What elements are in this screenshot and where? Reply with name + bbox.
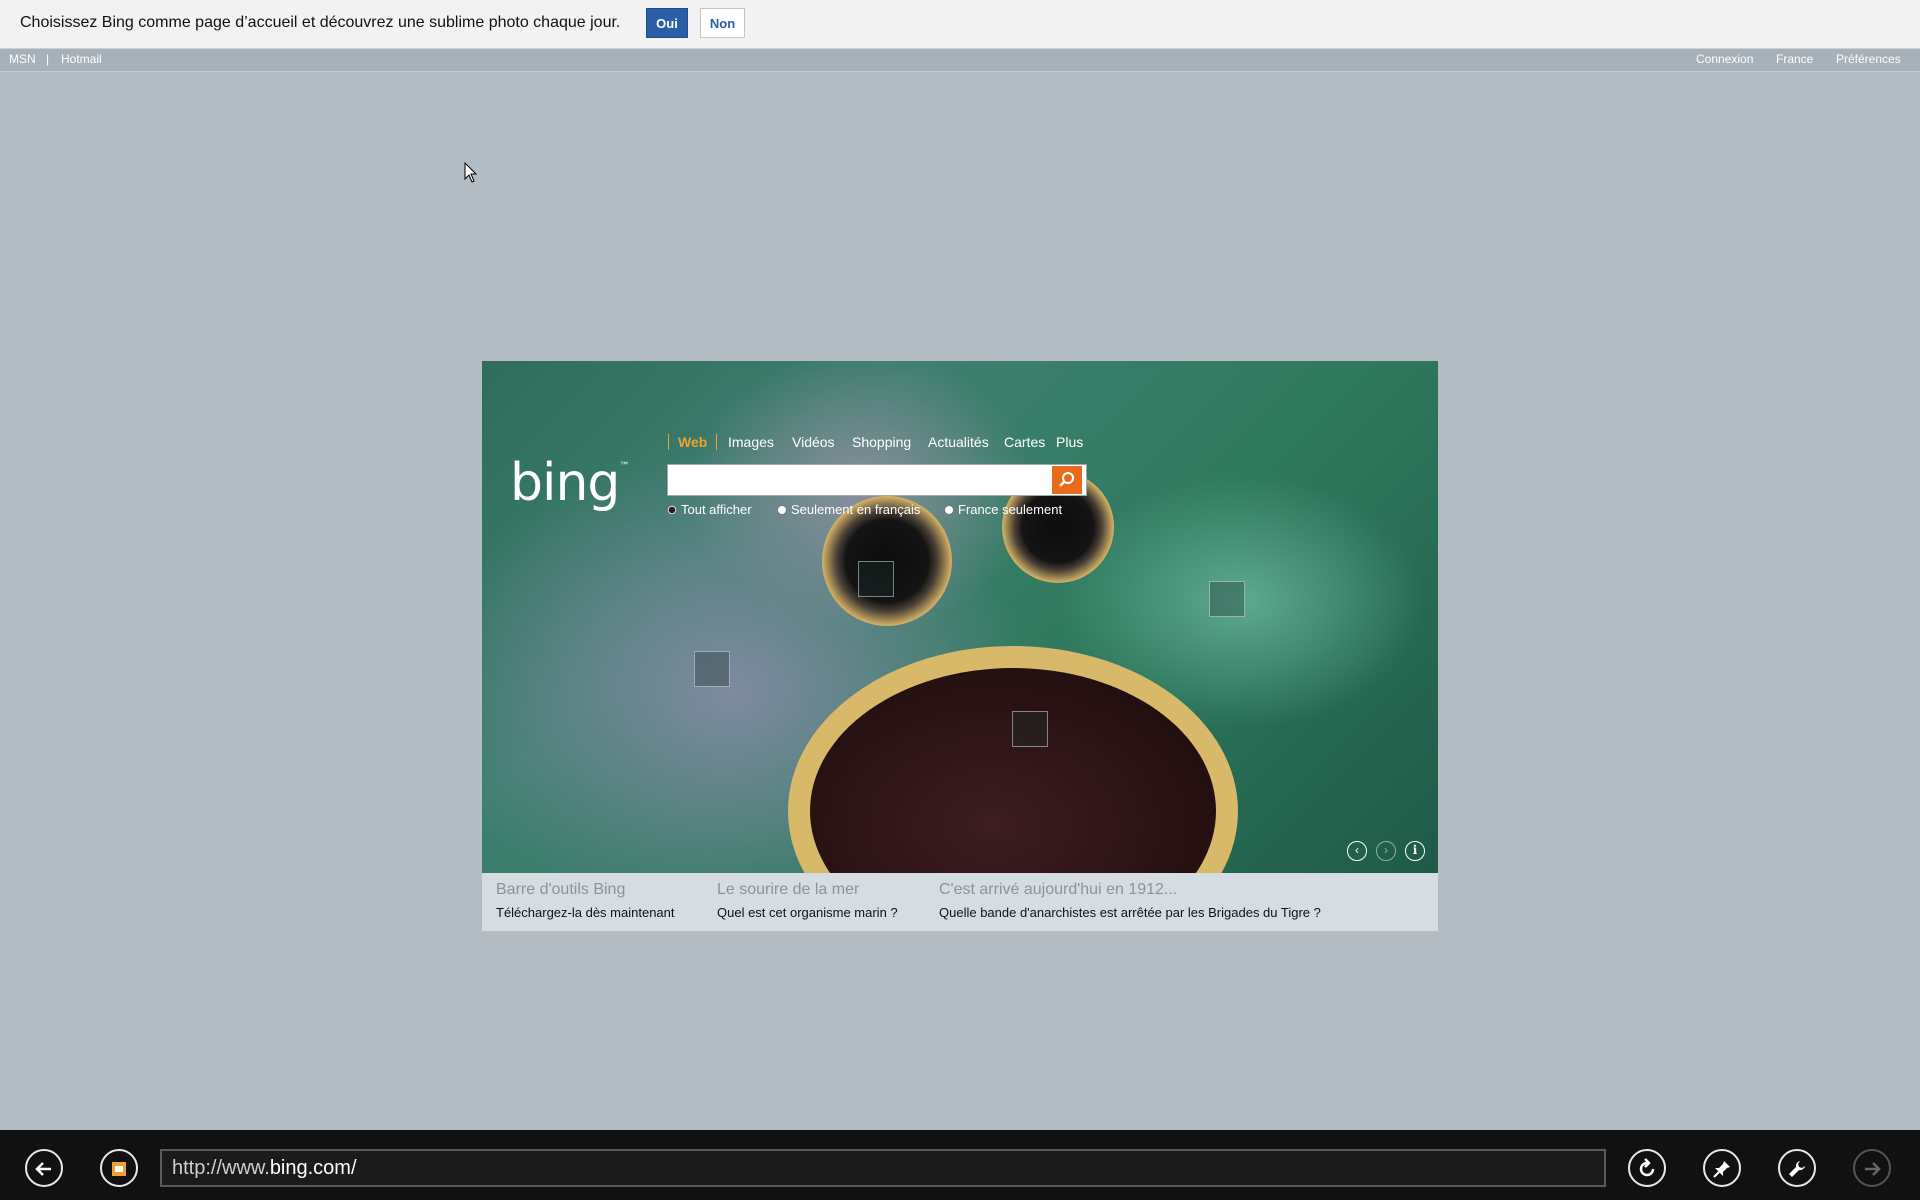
notification-bar: Choisissez Bing comme page d’accueil et … xyxy=(0,0,1920,49)
radio-label: Tout afficher xyxy=(681,502,752,517)
refresh-icon xyxy=(1639,1157,1655,1176)
scope-cartes[interactable]: Cartes xyxy=(1004,434,1045,450)
hotspot[interactable] xyxy=(694,651,730,687)
strip-desc[interactable]: Téléchargez-la dès maintenant xyxy=(496,905,675,920)
back-button[interactable] xyxy=(25,1149,63,1187)
scope-divider xyxy=(716,434,717,450)
france-link[interactable]: France xyxy=(1776,52,1813,66)
previous-image-button[interactable]: ‹ xyxy=(1347,841,1367,861)
url-domain: bing.com/ xyxy=(269,1157,357,1179)
strip-title[interactable]: C'est arrivé aujourd'hui en 1912... xyxy=(939,881,1321,899)
scope-web[interactable]: Web xyxy=(678,434,707,450)
next-image-button[interactable]: › xyxy=(1376,841,1396,861)
bing-logo[interactable]: bing™ xyxy=(510,453,629,513)
wrench-icon xyxy=(1789,1160,1805,1177)
browser-address-bar: http://www.bing.com/ xyxy=(0,1130,1920,1200)
strip-desc[interactable]: Quel est cet organisme marin ? xyxy=(717,905,898,920)
radio-france-seulement[interactable]: France seulement xyxy=(944,502,1062,517)
hero-image: bing™ Web Images Vidéos Shopping Actuali… xyxy=(482,361,1438,873)
radio-tout-afficher[interactable]: Tout afficher xyxy=(667,502,752,517)
yes-button[interactable]: Oui xyxy=(646,8,688,38)
pin-icon xyxy=(1713,1160,1730,1178)
strip-desc[interactable]: Quelle bande d'anarchistes est arrêtée p… xyxy=(939,905,1321,920)
address-field[interactable]: http://www.bing.com/ xyxy=(160,1149,1606,1187)
pin-button[interactable] xyxy=(1703,1149,1741,1187)
hotspot[interactable] xyxy=(1012,711,1048,747)
hotspot[interactable] xyxy=(858,561,894,597)
strip-item[interactable]: Le sourire de la mer Quel est cet organi… xyxy=(717,881,898,920)
strip-title[interactable]: Le sourire de la mer xyxy=(717,881,898,899)
radio-dot xyxy=(667,505,677,515)
mouse-cursor-icon xyxy=(464,162,478,183)
back-icon xyxy=(35,1161,51,1176)
sponge-mouth xyxy=(788,646,1238,873)
scope-videos[interactable]: Vidéos xyxy=(792,434,835,450)
radio-dot xyxy=(944,505,954,515)
scope-divider xyxy=(668,434,669,450)
hotmail-link[interactable]: Hotmail xyxy=(61,52,102,66)
top-links-bar: MSN | Hotmail Connexion France Préférenc… xyxy=(0,49,1920,72)
chevron-left-icon: ‹ xyxy=(1355,843,1359,857)
preferences-link[interactable]: Préférences xyxy=(1836,52,1901,66)
scope-plus[interactable]: Plus xyxy=(1056,434,1083,450)
favicon-tab-icon xyxy=(112,1161,126,1176)
radio-dot xyxy=(777,505,787,515)
info-icon: i xyxy=(1412,843,1418,857)
separator: | xyxy=(46,52,50,66)
strip-item[interactable]: Barre d'outils Bing Téléchargez-la dès m… xyxy=(496,881,675,920)
strip-item[interactable]: C'est arrivé aujourd'hui en 1912... Quel… xyxy=(939,881,1321,920)
radio-seulement-francais[interactable]: Seulement en français xyxy=(777,502,920,517)
radio-label: Seulement en français xyxy=(791,502,921,517)
info-strip: Barre d'outils Bing Téléchargez-la dès m… xyxy=(482,873,1438,931)
notification-message: Choisissez Bing comme page d’accueil et … xyxy=(20,14,621,31)
connexion-link[interactable]: Connexion xyxy=(1696,52,1753,66)
scope-shopping[interactable]: Shopping xyxy=(852,434,911,450)
chevron-right-icon: › xyxy=(1384,843,1388,857)
page-tools-button[interactable] xyxy=(1778,1149,1816,1187)
hotspot[interactable] xyxy=(1209,581,1245,617)
scope-images[interactable]: Images xyxy=(728,434,774,450)
forward-icon xyxy=(1865,1161,1881,1176)
radio-label: France seulement xyxy=(958,502,1063,517)
scope-actualites[interactable]: Actualités xyxy=(928,434,989,450)
url-prefix: http://www. xyxy=(172,1157,270,1179)
no-button[interactable]: Non xyxy=(700,8,745,38)
tab-switcher-button[interactable] xyxy=(100,1149,138,1187)
search-input[interactable] xyxy=(667,464,1087,496)
forward-button[interactable] xyxy=(1853,1149,1891,1187)
magnifier-icon xyxy=(1059,471,1074,487)
strip-title[interactable]: Barre d'outils Bing xyxy=(496,881,675,899)
refresh-button[interactable] xyxy=(1628,1149,1666,1187)
msn-link[interactable]: MSN xyxy=(9,52,36,66)
info-button[interactable]: i xyxy=(1405,841,1425,861)
search-button[interactable] xyxy=(1052,466,1082,494)
